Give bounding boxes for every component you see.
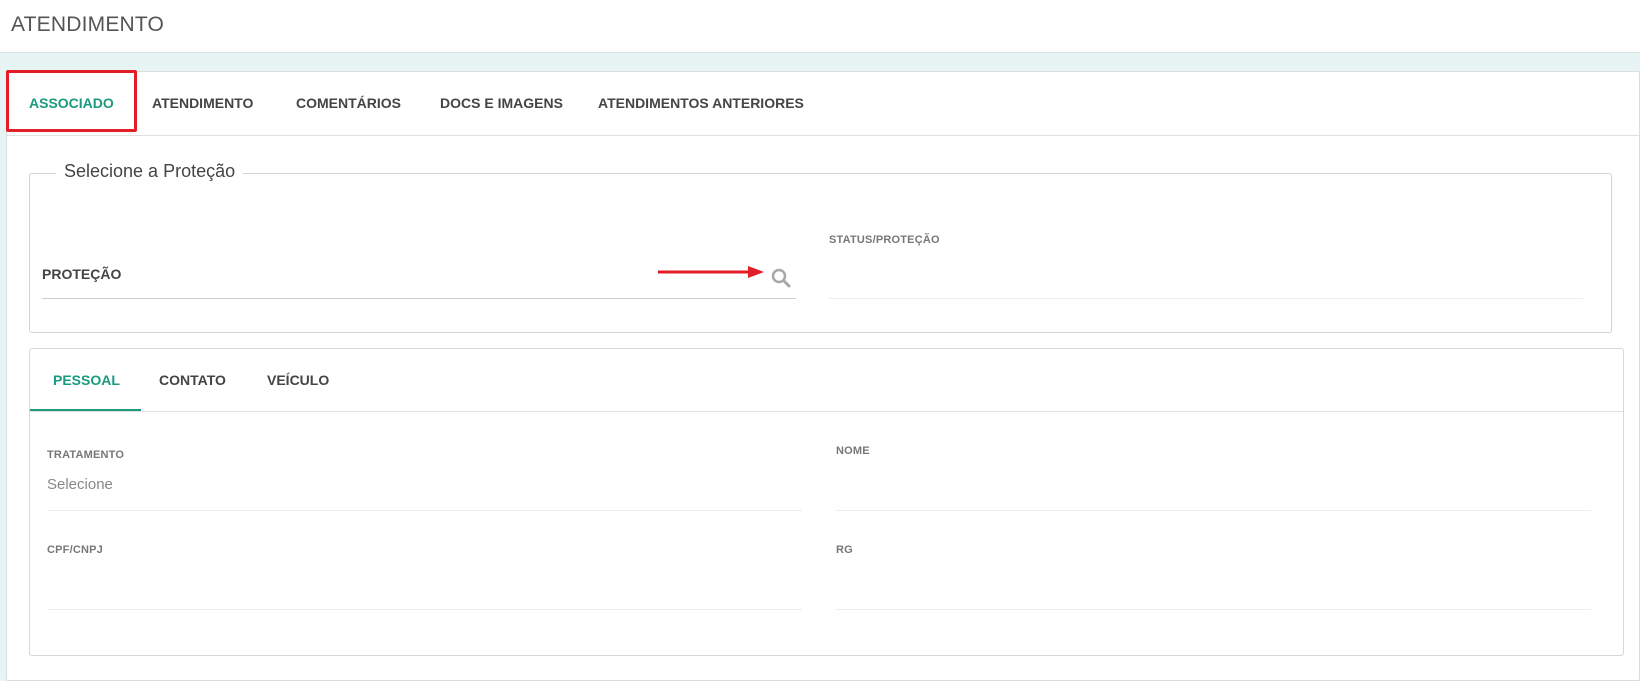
- sub-tab-contato[interactable]: CONTATO: [159, 349, 226, 411]
- nome-input[interactable]: [836, 510, 1591, 511]
- sub-tabs: PESSOAL CONTATO VEÍCULO: [30, 349, 1623, 412]
- tratamento-label: TRATAMENTO: [47, 449, 125, 461]
- protecao-fieldset: Selecione a Proteção PROTEÇÃO STATUS/PRO…: [29, 161, 1612, 333]
- sub-tab-veiculo[interactable]: VEÍCULO: [267, 349, 329, 411]
- main-tabs: ASSOCIADO ATENDIMENTO COMENTÁRIOS DOCS E…: [6, 70, 1639, 136]
- main-card: ASSOCIADO ATENDIMENTO COMENTÁRIOS DOCS E…: [6, 70, 1640, 681]
- status-protecao-label: STATUS/PROTEÇÃO: [829, 234, 940, 246]
- tab-atendimento[interactable]: ATENDIMENTO: [152, 72, 253, 135]
- cpf-cnpj-label: CPF/CNPJ: [47, 544, 103, 556]
- protecao-legend: Selecione a Proteção: [56, 161, 244, 182]
- cpf-cnpj-input[interactable]: [47, 609, 802, 610]
- protecao-label: PROTEÇÃO: [42, 266, 122, 282]
- sub-tab-pessoal[interactable]: PESSOAL: [53, 349, 120, 411]
- protecao-input-underline[interactable]: [42, 298, 796, 299]
- tab-associado[interactable]: ASSOCIADO: [29, 72, 114, 135]
- nome-label: NOME: [836, 445, 870, 457]
- tab-atendimentos-anteriores[interactable]: ATENDIMENTOS ANTERIORES: [598, 72, 804, 135]
- rg-label: RG: [836, 544, 853, 556]
- active-tab-underline: [30, 409, 141, 411]
- arrow-annotation: [658, 266, 764, 278]
- page-title: ATENDIMENTO: [11, 13, 165, 36]
- tab-comentarios[interactable]: COMENTÁRIOS: [296, 72, 401, 135]
- tab-docs-e-imagens[interactable]: DOCS E IMAGENS: [440, 72, 563, 135]
- tratamento-select[interactable]: Selecione: [47, 476, 113, 493]
- rg-input[interactable]: [836, 609, 1591, 610]
- search-icon[interactable]: [770, 267, 792, 289]
- pessoal-card: PESSOAL CONTATO VEÍCULO TRATAMENTO Selec…: [29, 348, 1624, 656]
- tratamento-underline: [47, 510, 802, 511]
- page-header: ATENDIMENTO: [0, 0, 1640, 53]
- status-protecao-underline: [829, 298, 1583, 299]
